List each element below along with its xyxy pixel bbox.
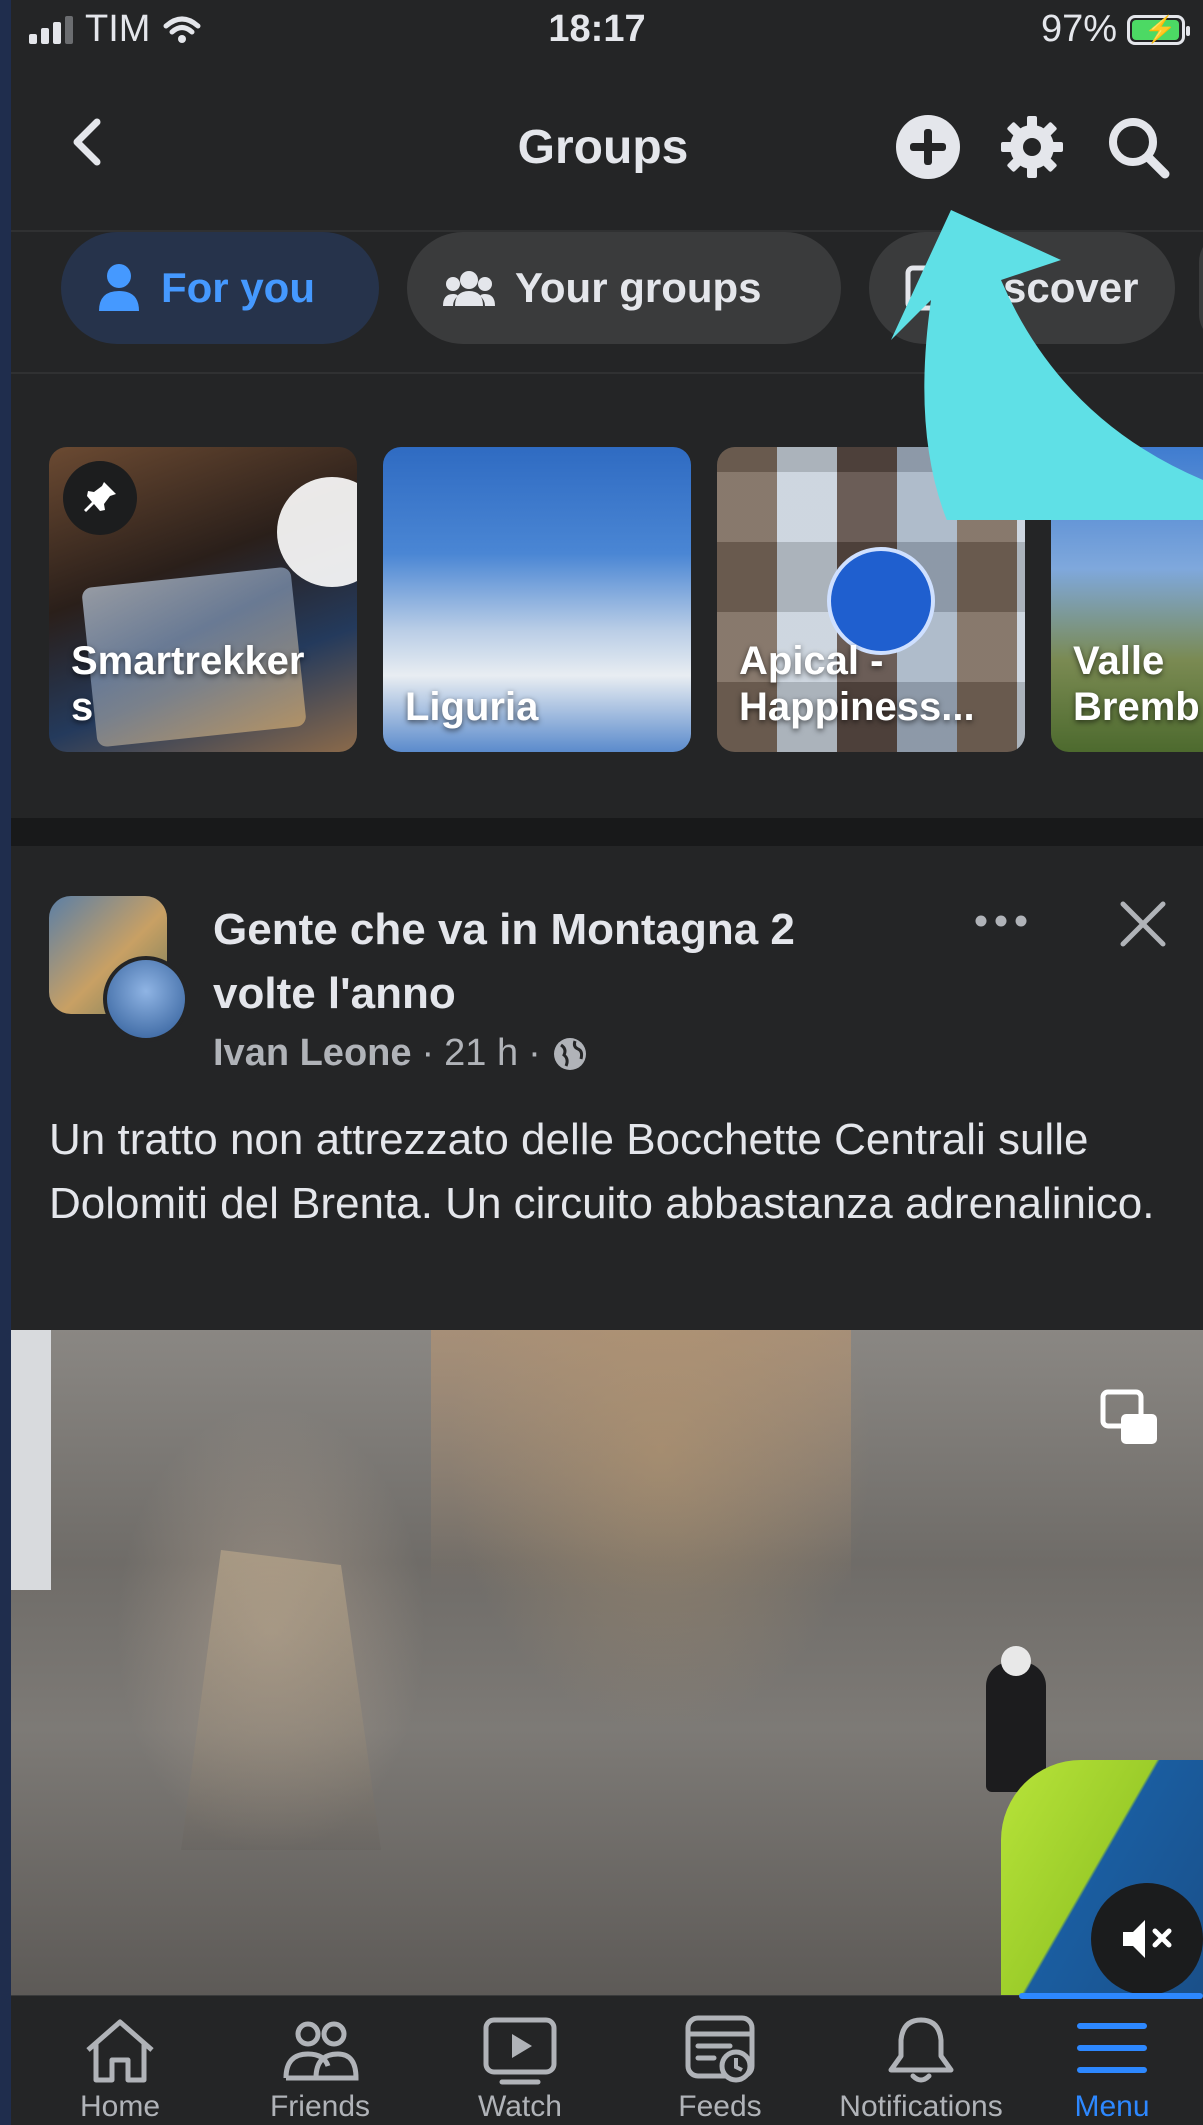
chip-discover[interactable]: Discover: [869, 232, 1175, 344]
search-icon[interactable]: [1103, 112, 1173, 182]
tab-watch[interactable]: Watch: [435, 2014, 605, 2124]
tab-label: Watch: [478, 2090, 562, 2123]
status-time: 18:17: [548, 8, 646, 50]
mute-toggle[interactable]: [1091, 1883, 1203, 1995]
home-icon: [86, 2019, 154, 2083]
status-right: 97% ⚡: [1040, 8, 1190, 51]
post-video[interactable]: [11, 1330, 1203, 1995]
video-climber-helmet: [1001, 1646, 1031, 1676]
feeds-icon: [685, 2015, 755, 2083]
tab-label: Notifications: [839, 2090, 1003, 2123]
tab-friends[interactable]: Friends: [235, 2014, 405, 2124]
filter-chips: For you Your groups Discover: [11, 230, 1203, 350]
video-sky: [11, 1330, 51, 1590]
close-icon[interactable]: [1115, 896, 1171, 952]
more-options-icon[interactable]: [971, 906, 1031, 936]
tab-label: Menu: [1074, 2090, 1150, 2123]
person-icon: [99, 264, 139, 311]
muted-speaker-icon: [1123, 1920, 1172, 1958]
meta-separator: ·: [528, 1032, 541, 1074]
group-tile-valle-brembana[interactable]: Valle Bremb: [1051, 447, 1203, 752]
divider: [11, 372, 1203, 374]
bell-icon: [888, 2017, 954, 2083]
group-tile-apical[interactable]: Apical - Happiness...: [717, 447, 1025, 752]
video-rock-face: [431, 1330, 851, 1590]
header: Groups: [11, 62, 1203, 232]
post-group-name[interactable]: Gente che va in Montagna 2 volte l'anno: [213, 898, 873, 1026]
group-tile-liguria[interactable]: Liguria: [383, 447, 691, 752]
post-meta: Ivan Leone · 21 h ·: [213, 1032, 589, 1075]
tab-label: Feeds: [678, 2090, 762, 2123]
battery-icon: ⚡: [1127, 14, 1190, 45]
group-icon: [443, 271, 495, 306]
watch-icon: [483, 2017, 557, 2085]
gear-icon[interactable]: [997, 112, 1067, 182]
video-rock-pillar: [181, 1550, 381, 1850]
tab-menu[interactable]: Menu: [1027, 2014, 1197, 2124]
pin-icon: [63, 461, 137, 535]
discover-icon: [905, 265, 941, 311]
create-group-plus-icon[interactable]: [893, 112, 963, 182]
chip-your-groups[interactable]: Your groups: [407, 232, 841, 344]
group-tile-name: Valle Bremb: [1073, 639, 1200, 729]
bottom-tab-bar: Home Friends Watch Feeds Notifications M…: [11, 1993, 1203, 2125]
section-gap: [11, 818, 1203, 846]
battery-percent: 97%: [1040, 8, 1117, 50]
group-tile-name: Smartrekker s: [71, 639, 305, 729]
picture-in-picture-icon[interactable]: [1099, 1388, 1161, 1450]
tab-home[interactable]: Home: [35, 2014, 205, 2124]
group-tile-smartrekkers[interactable]: Smartrekker s: [49, 447, 357, 752]
menu-icon: [1077, 2023, 1147, 2073]
author-avatar[interactable]: [103, 956, 189, 1042]
tab-notifications[interactable]: Notifications: [827, 2014, 1015, 2124]
groups-screen: TIM 18:17 97% ⚡ Groups For you Your grou…: [11, 0, 1203, 2125]
active-tab-indicator: [1019, 1993, 1203, 1999]
meta-separator: ·: [421, 1032, 435, 1074]
globe-icon: [553, 1037, 586, 1070]
post-text: Un tratto non attrezzato delle Bocchette…: [49, 1115, 1155, 1228]
chip-overflow[interactable]: [1199, 232, 1203, 344]
tab-label: Friends: [269, 2090, 371, 2123]
group-tiles-row: Smartrekker s Liguria Apical - Happiness…: [11, 447, 1203, 752]
post-author[interactable]: Ivan Leone: [213, 1032, 412, 1075]
tab-feeds[interactable]: Feeds: [635, 2014, 805, 2124]
chip-for-you[interactable]: For you: [61, 232, 379, 344]
post-time[interactable]: 21 h: [444, 1032, 518, 1075]
chip-label: For you: [161, 264, 315, 311]
chip-label: Your groups: [515, 264, 762, 311]
status-bar: TIM 18:17 97% ⚡: [11, 0, 1203, 62]
tab-label: Home: [79, 2090, 161, 2123]
group-tile-name: Apical - Happiness...: [739, 639, 975, 729]
group-tile-name: Liguria: [405, 685, 539, 729]
friends-icon: [283, 2021, 359, 2081]
chip-label: Discover: [961, 264, 1139, 311]
